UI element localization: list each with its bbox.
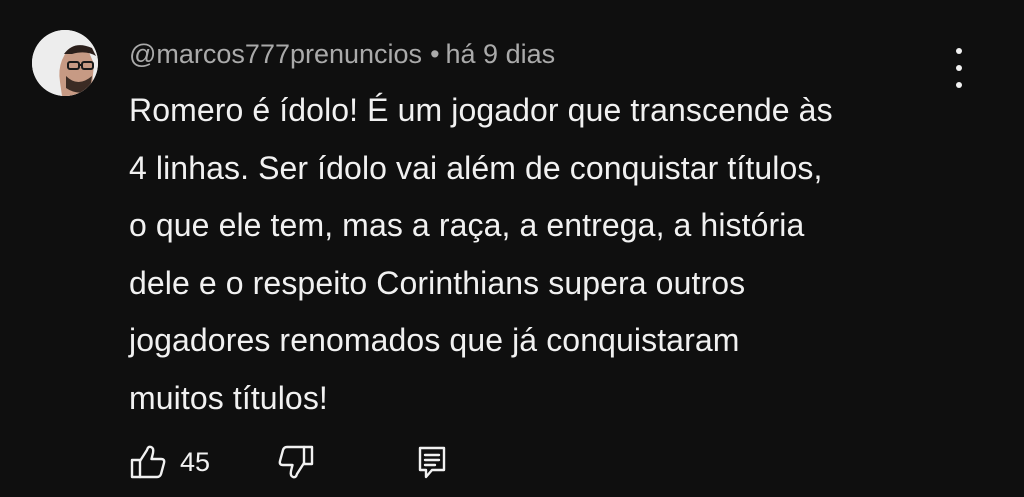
comment-reply-icon xyxy=(418,446,446,479)
more-vertical-icon-dot xyxy=(956,65,962,71)
comment-header: @marcos777prenuncios • há 9 dias xyxy=(129,36,555,72)
dislike-button[interactable] xyxy=(276,440,316,484)
author-name[interactable]: @marcos777prenuncios xyxy=(129,39,422,69)
comment-text-line: jogadores renomados que já conquistaram xyxy=(129,322,740,359)
comment-text-line: dele e o respeito Corinthians supera out… xyxy=(129,264,746,301)
more-vertical-icon-dot xyxy=(956,82,962,88)
reply-button[interactable] xyxy=(412,440,452,484)
timestamp[interactable]: há 9 dias xyxy=(446,39,556,69)
avatar-image xyxy=(32,30,98,96)
thumbs-up-icon xyxy=(130,445,166,479)
like-count: 45 xyxy=(180,447,211,477)
comment-text-line: 4 linhas. Ser ídolo vai além de conquist… xyxy=(129,149,823,186)
comment-thread: @marcos777prenuncios • há 9 dias Romero é … xyxy=(0,0,1024,497)
comment-text-line: o que ele tem, mas a raça, a entrega, a … xyxy=(129,207,805,244)
separator-dot: • xyxy=(430,39,440,69)
comment-text-line: muitos títulos! xyxy=(129,379,328,416)
like-button[interactable]: 45 xyxy=(128,440,210,484)
thumbs-down-icon xyxy=(278,445,314,479)
more-vertical-icon-dot xyxy=(956,48,962,54)
comment-text: Romero é ídolo! É um jogador que transce… xyxy=(129,82,949,428)
comment-actions: 45 xyxy=(128,440,528,484)
avatar[interactable] xyxy=(32,30,98,96)
comment-text-line: Romero é ídolo! É um jogador que transce… xyxy=(129,92,833,128)
